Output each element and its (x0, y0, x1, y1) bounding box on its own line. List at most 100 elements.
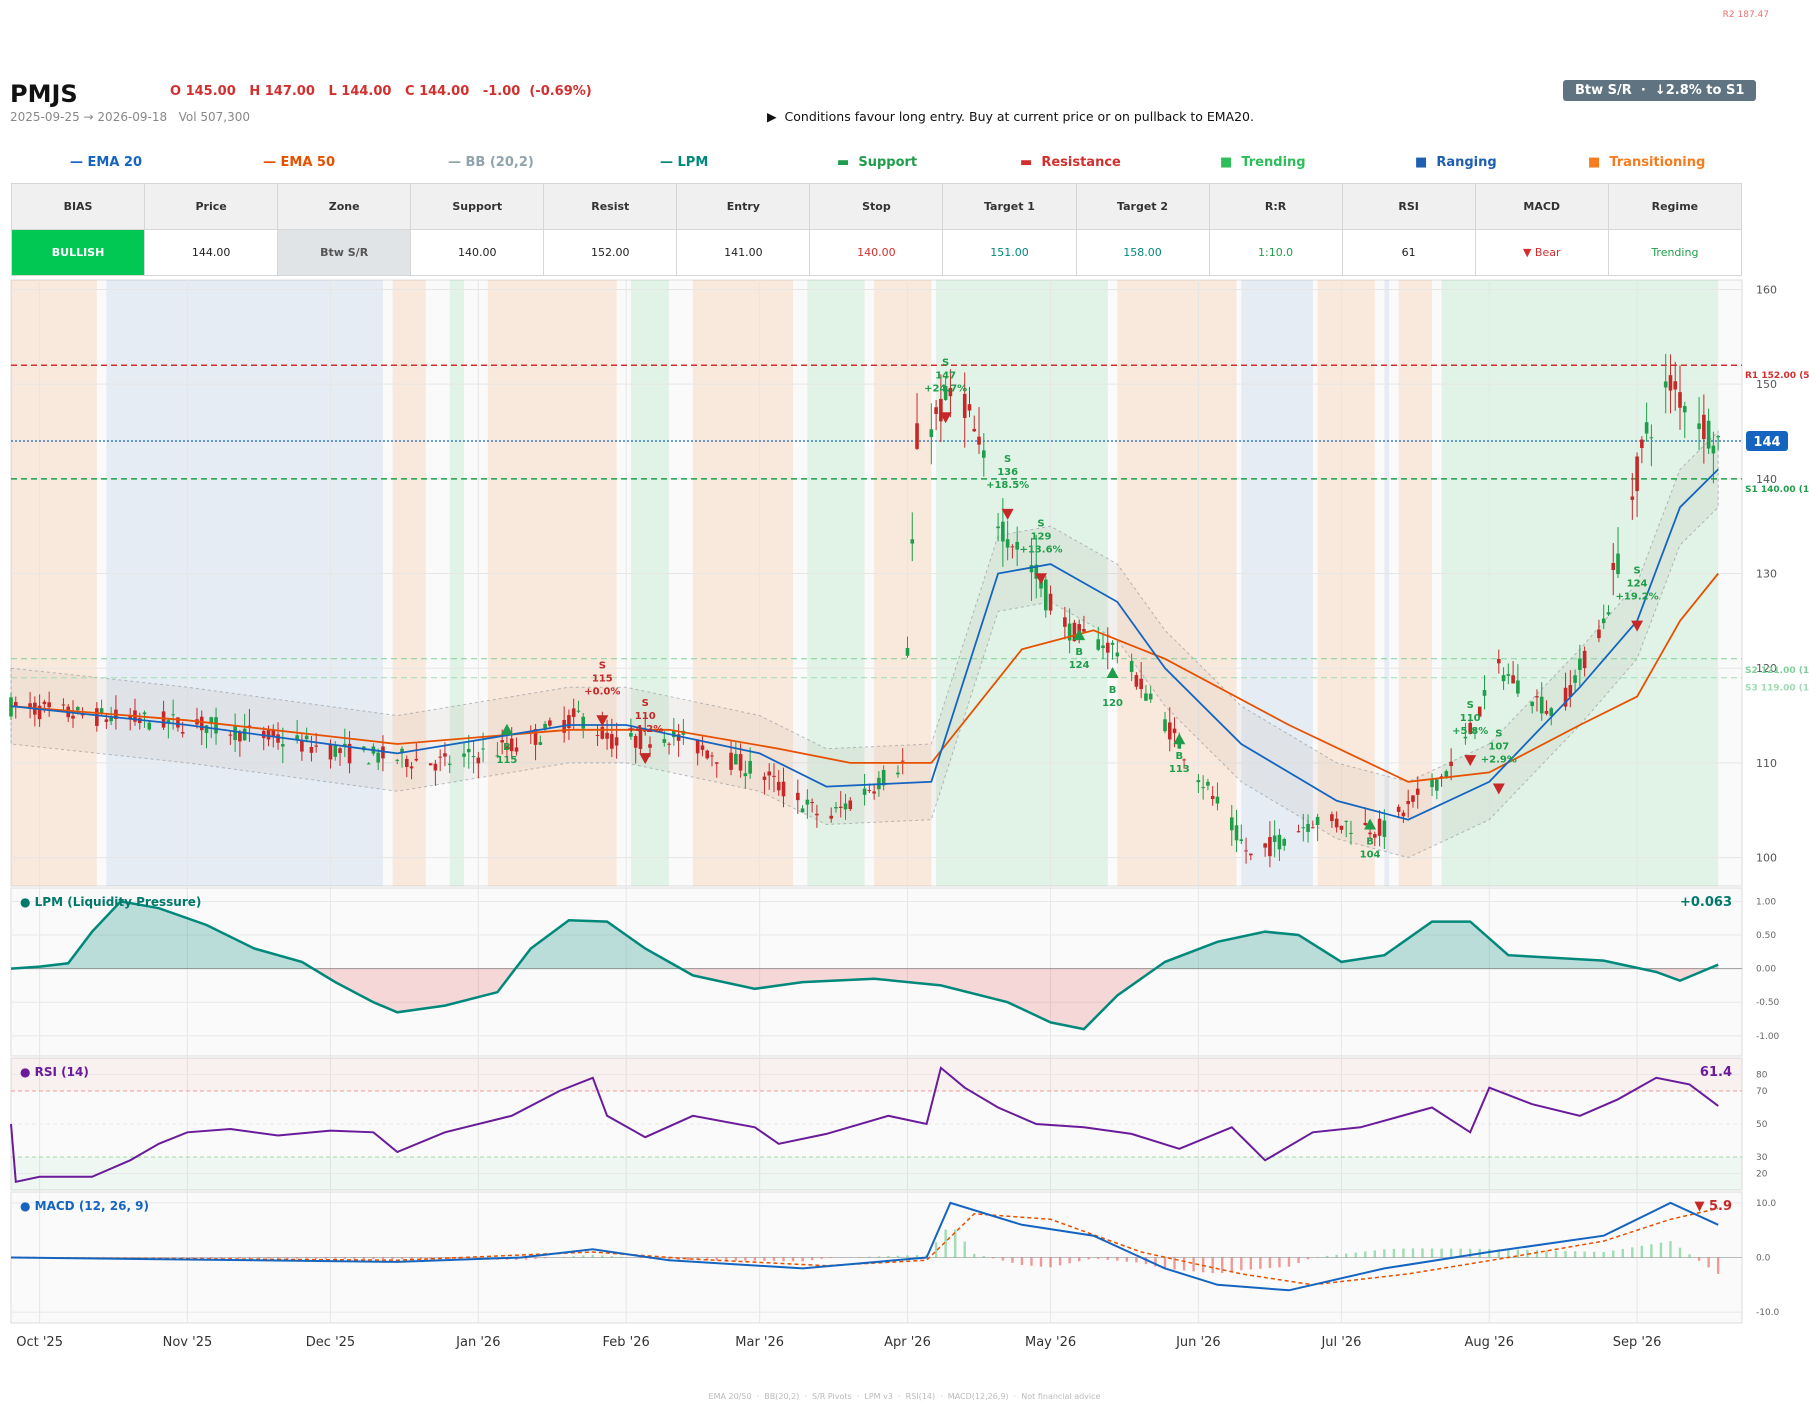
candle-body (1682, 406, 1687, 413)
macd-bar (1554, 1250, 1558, 1258)
macd-title: ● MACD (12, 26, 9) (20, 1199, 149, 1213)
marker-label: S (942, 357, 949, 368)
status-button[interactable]: Btw S/R · ↓2.8% to S1 (1563, 80, 1757, 101)
macd-bar (753, 1257, 757, 1261)
macd-bar (1716, 1257, 1720, 1274)
macd-bar (162, 1257, 165, 1259)
rsi-tick-label: 50 (1756, 1120, 1768, 1130)
candle-body (900, 760, 905, 762)
macd-bar (1316, 1256, 1319, 1258)
macd-bar (1068, 1257, 1071, 1264)
x-tick-label: Sep '26 (1613, 1335, 1662, 1350)
candle-body (42, 701, 47, 705)
candle-body (1716, 436, 1720, 438)
regime-band (392, 280, 426, 886)
candle-body (710, 755, 714, 757)
candle-body (1105, 642, 1110, 653)
macd-bar (1573, 1251, 1577, 1258)
candle-body (1201, 787, 1205, 789)
marker-label: 129 (1031, 531, 1052, 542)
macd-bar (267, 1257, 270, 1259)
rsi-tick-label: 20 (1756, 1170, 1768, 1180)
candle-body (171, 714, 175, 716)
macd-bar (1345, 1253, 1348, 1258)
macd-bar (1325, 1255, 1329, 1258)
candle-body (447, 763, 452, 765)
macd-bar (1669, 1241, 1672, 1258)
macd-bar (963, 1241, 966, 1258)
candle-body (1644, 422, 1649, 434)
candle-body (1334, 818, 1339, 828)
candle-body (543, 723, 547, 729)
candle-body (1115, 652, 1120, 657)
macd-bar (982, 1256, 985, 1258)
macd-bar (601, 1255, 604, 1258)
table-header-cell: RSI (1341, 183, 1476, 230)
candle-body (242, 728, 247, 741)
candle-body (1172, 728, 1177, 734)
macd-bar (1612, 1250, 1615, 1258)
candle-body (395, 759, 400, 761)
macd-bar (1058, 1257, 1062, 1266)
candle-body (810, 801, 814, 804)
candle-body (1673, 381, 1678, 390)
candle-body (13, 701, 18, 707)
marker-label: S (1633, 566, 1640, 577)
candle-body (729, 752, 733, 770)
candle-body (1029, 565, 1034, 573)
macd-bar (1688, 1254, 1691, 1258)
stats-value-row: BULLISH 144.00 Btw S/R 140.00 152.00 141.00 14… (10, 229, 1743, 276)
macd-bar (734, 1257, 738, 1261)
table-value-cell: 61 (1341, 229, 1476, 276)
candle-body (838, 806, 843, 808)
candle-body (309, 746, 314, 753)
candle-body (366, 763, 371, 765)
marker-label: +24.7% (924, 383, 967, 394)
macd-bar (1125, 1257, 1129, 1262)
candle-body (538, 742, 543, 745)
candle-body (910, 539, 915, 544)
macd-bar (1488, 1248, 1491, 1258)
candle-body (204, 725, 209, 733)
candle-body (1082, 629, 1086, 632)
macd-bar (1039, 1257, 1043, 1267)
marker-label: +19.2% (1616, 592, 1659, 603)
level-label: S1 140.00 (10x) (1745, 485, 1809, 495)
macd-bar (1383, 1249, 1386, 1258)
table-value-cell: 144.00 (144, 229, 279, 276)
marker-label: S (599, 660, 606, 671)
candle-body (996, 526, 1000, 529)
macd-bar (1650, 1244, 1653, 1258)
candle-body (276, 734, 280, 743)
macd-bar (1621, 1248, 1624, 1258)
candle-body (977, 436, 981, 445)
marker-label: S (1037, 518, 1044, 529)
macd-bar (820, 1257, 823, 1259)
macd-bar (324, 1257, 327, 1259)
marker-label: S (642, 698, 649, 709)
candle-body (1482, 690, 1487, 696)
macd-bar (1449, 1248, 1453, 1258)
macd-bar (868, 1256, 871, 1258)
macd-bar (744, 1257, 747, 1261)
macd-bar (334, 1257, 337, 1259)
candle-body (466, 748, 471, 753)
candle-body (1249, 853, 1253, 856)
macd-bar (1259, 1257, 1262, 1269)
candle-body (433, 763, 438, 771)
macd-bar (1287, 1257, 1291, 1267)
macd-bar (1678, 1247, 1682, 1258)
macd-bar (1278, 1257, 1281, 1268)
macd-bar (286, 1257, 289, 1259)
candle-body (481, 748, 485, 750)
lpm-tick-label: -0.50 (1756, 998, 1780, 1008)
candle-body (47, 702, 51, 708)
price-chart: Oct '25 Nov '25 Dec '25 Jan '26 Feb '26 Mar '… (9, 279, 1809, 1350)
candle-body (1663, 381, 1668, 388)
macd-bar (686, 1257, 690, 1261)
macd-bar (1697, 1257, 1701, 1261)
candle-body (705, 750, 710, 759)
lpm-tick-label: -1.00 (1756, 1032, 1780, 1042)
candle-body (762, 776, 767, 780)
macd-bar (896, 1255, 900, 1258)
